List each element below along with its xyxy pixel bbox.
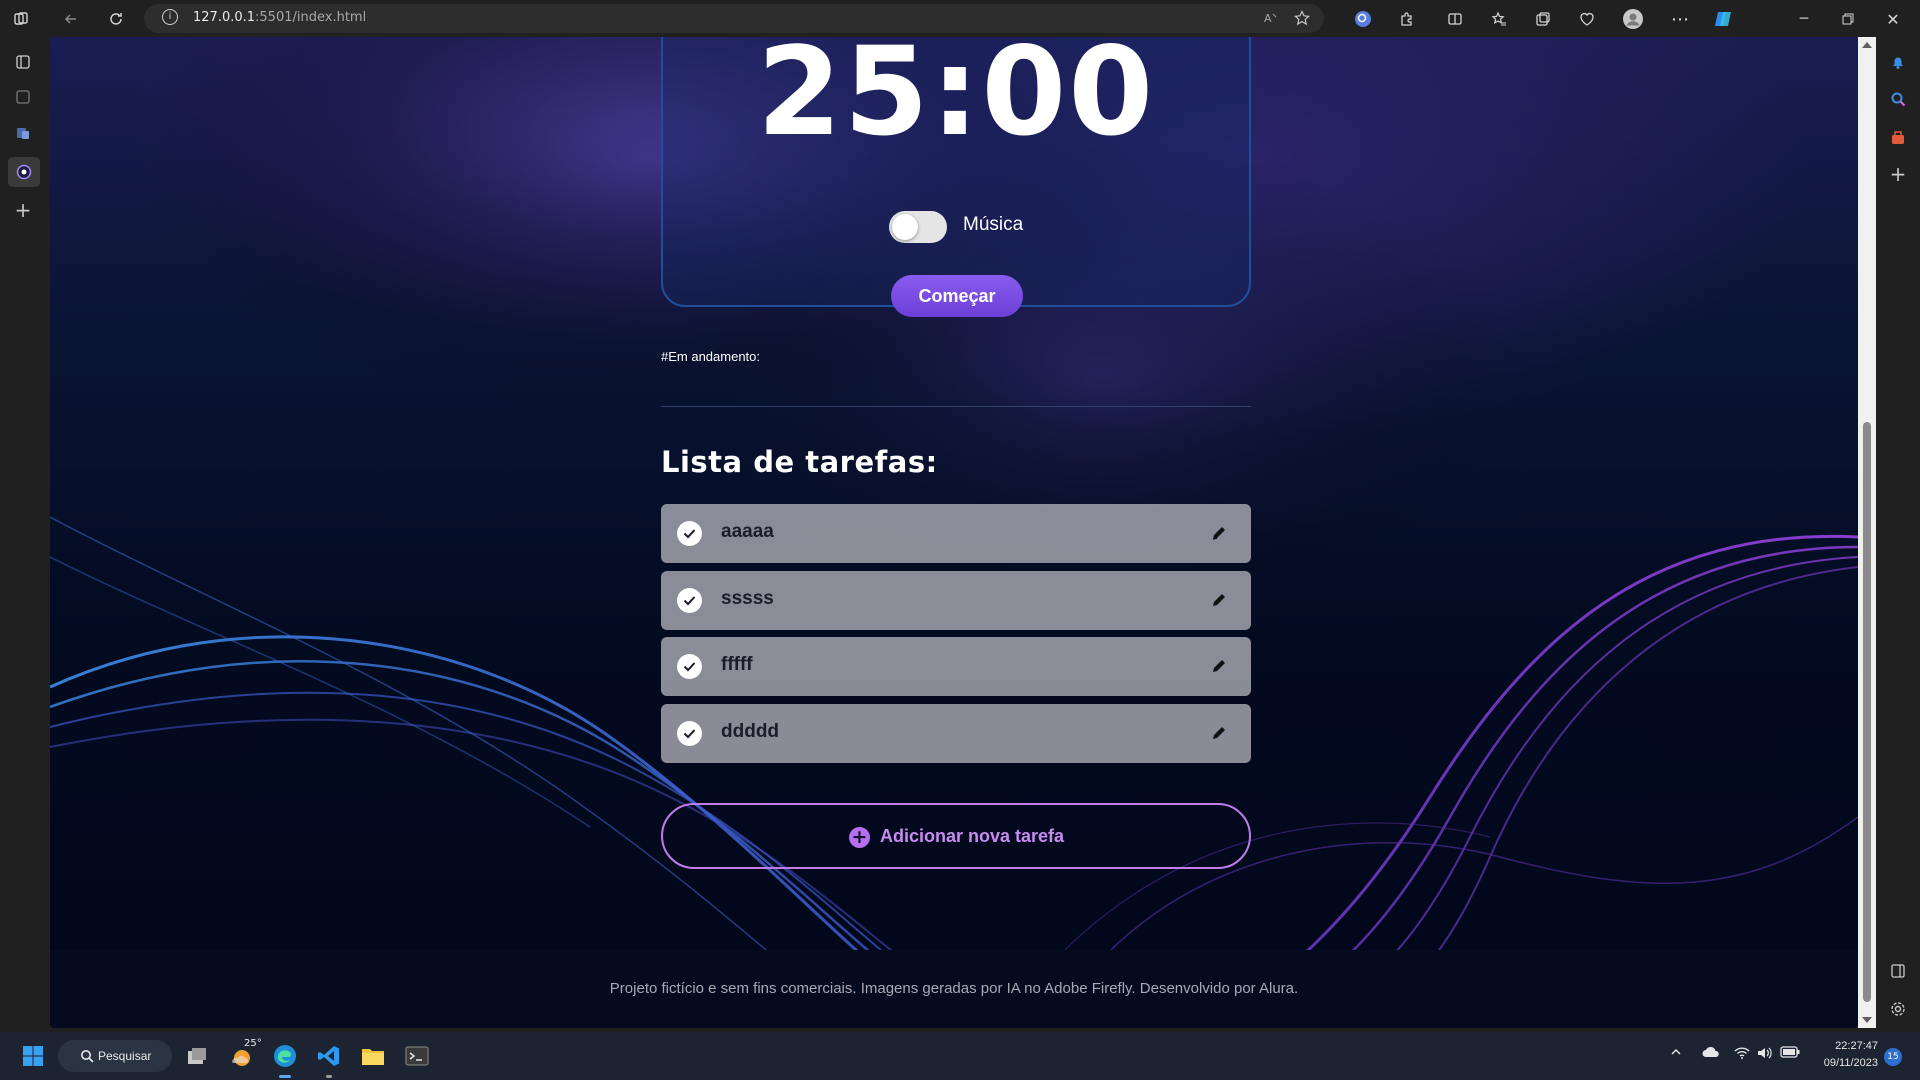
scroll-down-arrow-icon[interactable]: [1862, 1017, 1872, 1023]
refresh-icon[interactable]: [103, 6, 129, 32]
extension-search-icon[interactable]: [1350, 6, 1376, 32]
timer-card: 25:00 Música Começar: [661, 37, 1251, 317]
edit-pencil-icon[interactable]: [1207, 654, 1231, 678]
edit-pencil-icon[interactable]: [1207, 588, 1231, 612]
timer-display: 25:00: [756, 37, 1156, 163]
check-icon[interactable]: [677, 654, 702, 679]
plus-circle-icon: +: [849, 827, 870, 848]
scroll-thumb[interactable]: [1863, 422, 1871, 1002]
divider: [661, 406, 1251, 407]
file-explorer-icon[interactable]: [358, 1040, 388, 1072]
favorite-star-icon[interactable]: [1289, 5, 1315, 31]
site-info-icon[interactable]: i: [162, 9, 178, 25]
search-icon[interactable]: [1887, 88, 1909, 110]
edge-taskbar-icon[interactable]: [270, 1040, 300, 1078]
windows-taskbar: Pesquisar 25° 22:27:47 09/11/2023 15: [0, 1032, 1920, 1080]
show-hidden-icons-chevron-icon[interactable]: [1670, 1046, 1682, 1062]
clock-date: 09/11/2023: [1823, 1057, 1878, 1069]
minimize-icon[interactable]: ─: [1791, 6, 1817, 32]
task-text: aaaaa: [721, 521, 774, 542]
new-tab-icon[interactable]: +: [12, 198, 34, 222]
split-screen-icon[interactable]: [1442, 6, 1468, 32]
task-item[interactable]: aaaaa: [661, 504, 1251, 563]
vertical-tab-strip: +: [0, 37, 50, 1028]
music-toggle[interactable]: [889, 211, 947, 243]
copilot-icon[interactable]: [1710, 6, 1736, 32]
task-text: sssss: [721, 588, 774, 609]
volume-icon[interactable]: [1756, 1046, 1772, 1064]
add-task-button[interactable]: + Adicionar nova tarefa: [661, 803, 1251, 869]
task-text: ddddd: [721, 721, 780, 742]
task-text: fffff: [721, 654, 753, 675]
edit-pencil-icon[interactable]: [1207, 521, 1231, 545]
music-label: Música: [963, 214, 1024, 235]
footer-text: Projeto fictício e sem fins comerciais. …: [609, 980, 1299, 997]
workspaces-icon[interactable]: [8, 6, 34, 32]
hide-sidebar-icon[interactable]: [1887, 960, 1909, 982]
check-icon[interactable]: [677, 721, 702, 746]
restore-icon[interactable]: [1835, 6, 1861, 32]
close-window-icon[interactable]: ✕: [1880, 6, 1906, 32]
tab-icon[interactable]: [12, 122, 34, 144]
address-bar[interactable]: i 127.0.0.1:5501/index.html A: [144, 4, 1324, 33]
more-menu-icon[interactable]: ⋯: [1667, 6, 1693, 32]
collections-icon[interactable]: [1530, 6, 1556, 32]
windows-start-icon[interactable]: [18, 1040, 48, 1072]
browser-essentials-icon[interactable]: [1574, 6, 1600, 32]
task-list-title: Lista de tarefas:: [661, 445, 938, 479]
taskbar-search-label: Pesquisar: [98, 1049, 152, 1063]
clock-time: 22:27:47: [1835, 1040, 1878, 1052]
active-tab-icon[interactable]: [8, 157, 40, 187]
task-view-icon[interactable]: [182, 1040, 212, 1072]
weather-widget[interactable]: 25°: [226, 1038, 262, 1072]
edge-sidebar: +: [1876, 37, 1920, 1028]
edit-pencil-icon[interactable]: [1207, 721, 1231, 745]
bell-icon[interactable]: [1887, 51, 1909, 73]
favorites-icon[interactable]: [1486, 6, 1512, 32]
page-viewport: 25:00 Música Começar #Em andamento: List…: [50, 37, 1858, 1028]
notification-badge[interactable]: 15: [1884, 1048, 1902, 1066]
check-icon[interactable]: [677, 588, 702, 613]
check-icon[interactable]: [677, 521, 702, 546]
task-item[interactable]: sssss: [661, 571, 1251, 630]
taskbar-clock[interactable]: 22:27:47 09/11/2023: [1810, 1038, 1878, 1072]
add-sidebar-app-icon[interactable]: +: [1887, 162, 1909, 186]
tab-actions-icon[interactable]: [12, 51, 34, 73]
extensions-icon[interactable]: [1394, 6, 1420, 32]
back-icon[interactable]: [58, 6, 84, 32]
toggle-knob: [892, 214, 918, 240]
task-item[interactable]: ddddd: [661, 704, 1251, 763]
svg-text:A: A: [1264, 12, 1272, 25]
terminal-icon[interactable]: [402, 1040, 432, 1072]
onedrive-cloud-icon[interactable]: [1702, 1046, 1720, 1062]
search-icon: [81, 1050, 94, 1063]
browser-toolbar: i 127.0.0.1:5501/index.html A ⋯ ─ ✕: [0, 0, 1920, 37]
gear-icon[interactable]: [1887, 998, 1909, 1020]
add-task-label: Adicionar nova tarefa: [880, 826, 1065, 846]
tools-icon[interactable]: [1887, 127, 1909, 149]
weather-temp: 25°: [244, 1038, 262, 1049]
battery-icon[interactable]: [1780, 1046, 1800, 1062]
tab-icon[interactable]: [12, 86, 34, 108]
page-scrollbar[interactable]: [1858, 37, 1876, 1028]
scroll-up-arrow-icon[interactable]: [1862, 42, 1872, 48]
start-button[interactable]: Começar: [891, 275, 1023, 317]
vscode-icon[interactable]: [314, 1040, 344, 1078]
profile-avatar-icon[interactable]: [1620, 6, 1646, 32]
read-aloud-icon[interactable]: A: [1258, 5, 1284, 31]
in-progress-label: #Em andamento:: [661, 349, 761, 364]
wifi-icon[interactable]: [1734, 1046, 1750, 1063]
url-text[interactable]: 127.0.0.1:5501/index.html: [193, 10, 366, 25]
task-item[interactable]: fffff: [661, 637, 1251, 696]
taskbar-search[interactable]: Pesquisar: [58, 1040, 172, 1072]
